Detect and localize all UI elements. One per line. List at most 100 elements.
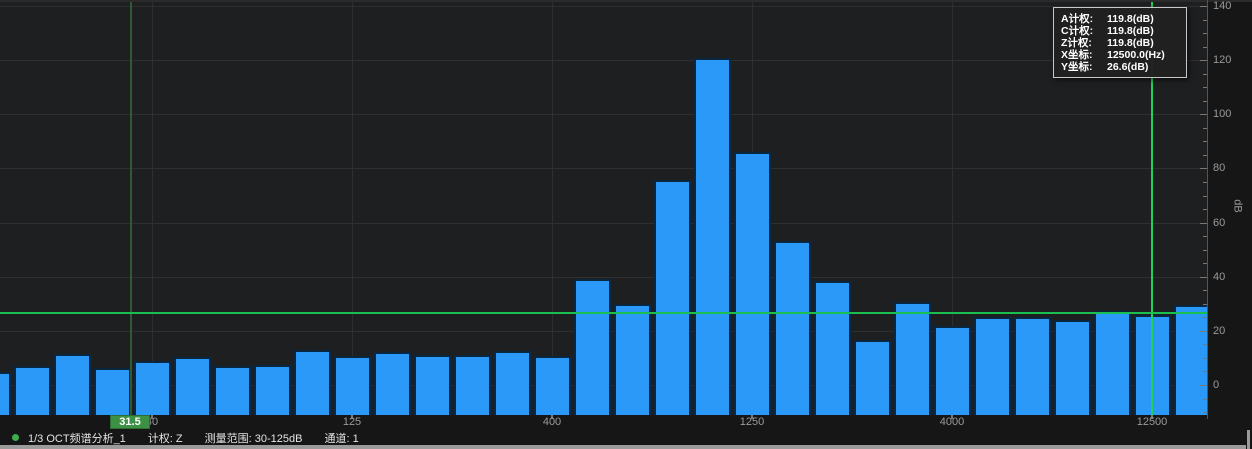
bar-50Hz[interactable] [174, 357, 211, 415]
y-minor-tick [1203, 155, 1207, 156]
tooltip-row-0: A计权: 119.8(dB) [1061, 13, 1179, 25]
x-axis-label-1250: 1250 [740, 416, 764, 428]
bar-125Hz[interactable] [334, 356, 371, 415]
bar-500Hz[interactable] [574, 279, 611, 415]
y-minor-tick [1203, 399, 1207, 400]
status-analysis-title: 1/3 OCT频谱分析_1 [28, 430, 126, 446]
tooltip-row-1: C计权: 119.8(dB) [1061, 25, 1179, 37]
bar-2000Hz[interactable] [814, 281, 851, 415]
status-weighting: 计权: Z [148, 430, 183, 446]
y-minor-tick [1203, 290, 1207, 291]
y-minor-tick [1203, 87, 1207, 88]
y-minor-tick [1203, 74, 1207, 75]
x-axis-label-12500: 12500 [1137, 416, 1168, 428]
y-minor-tick [1203, 209, 1207, 210]
bar-25Hz[interactable] [54, 354, 91, 415]
gridline-horizontal-80dB [0, 168, 1207, 169]
y-major-tick-80 [1200, 168, 1207, 169]
bar-1250Hz[interactable] [734, 152, 771, 415]
horizontal-scrollbar[interactable] [0, 445, 1246, 449]
y-minor-tick [1203, 47, 1207, 48]
status-measure-range: 测量范围: 30-125dB [205, 430, 303, 446]
marker-line-31.5Hz[interactable] [130, 2, 132, 415]
tooltip-label-0: A计权: [1061, 13, 1103, 25]
tooltip-row-4: Y坐标:26.6(dB) [1061, 61, 1179, 73]
y-major-tick-0 [1200, 385, 1207, 386]
y-major-tick-60 [1200, 223, 1207, 224]
bar-200Hz[interactable] [414, 355, 451, 415]
status-bar: 1/3 OCT频谱分析_1 计权: Z 测量范围: 30-125dB 通道: 1 [0, 430, 1252, 445]
gridline-horizontal-140dB [0, 6, 1207, 7]
y-minor-tick [1203, 196, 1207, 197]
bar-63Hz[interactable] [214, 366, 251, 415]
cursor-tooltip: A计权:119.8(dB)C计权:119.8(dB)Z计权:119.8(dB)X… [1053, 7, 1187, 78]
tooltip-label-4: Y坐标: [1061, 61, 1103, 73]
crosshair-horizontal[interactable] [0, 312, 1207, 314]
gridline-horizontal-40dB [0, 277, 1207, 278]
bar-2500Hz[interactable] [854, 340, 891, 415]
bar-10000Hz[interactable] [1094, 311, 1131, 415]
tooltip-row-3: X坐标: 12500.0(Hz) [1061, 49, 1179, 61]
bar-5000Hz[interactable] [974, 317, 1011, 415]
y-minor-tick [1203, 317, 1207, 318]
bar-20Hz[interactable] [14, 366, 51, 415]
y-major-tick-100 [1200, 114, 1207, 115]
y-minor-tick [1203, 182, 1207, 183]
bar-40Hz[interactable] [134, 361, 171, 415]
gridline-vertical-400Hz [552, 2, 553, 415]
x-axis-label-125: 125 [343, 416, 361, 428]
bar-400Hz[interactable] [534, 356, 571, 415]
gridline-horizontal-60dB [0, 223, 1207, 224]
bar-16Hz[interactable] [0, 372, 11, 415]
y-axis-label-140: 140 [1213, 0, 1231, 12]
bar-6300Hz[interactable] [1014, 317, 1051, 415]
gridline-horizontal-100dB [0, 114, 1207, 115]
y-minor-tick [1203, 263, 1207, 264]
y-axis-label-40: 40 [1213, 271, 1225, 283]
bar-800Hz[interactable] [654, 180, 691, 415]
bar-8000Hz[interactable] [1054, 320, 1091, 415]
bar-315Hz[interactable] [494, 351, 531, 415]
bar-1000Hz[interactable] [694, 58, 731, 415]
y-major-tick-40 [1200, 277, 1207, 278]
bar-3150Hz[interactable] [894, 302, 931, 415]
y-axis-label-100: 100 [1213, 108, 1231, 120]
x-axis-label-4000: 4000 [940, 416, 964, 428]
bar-250Hz[interactable] [454, 355, 491, 415]
y-minor-tick [1203, 128, 1207, 129]
y-axis-label-20: 20 [1213, 325, 1225, 337]
y-axis-label-0: 0 [1213, 379, 1219, 391]
bar-16000Hz[interactable] [1174, 305, 1208, 415]
tooltip-value-1: 119.8(dB) [1107, 25, 1154, 37]
bar-80Hz[interactable] [254, 365, 291, 415]
gridline-vertical-40Hz [152, 2, 153, 415]
y-minor-tick [1203, 344, 1207, 345]
tooltip-label-1: C计权: [1061, 25, 1103, 37]
bar-31.5Hz[interactable] [94, 368, 131, 415]
y-axis-line [1207, 0, 1208, 419]
scrollbar-corner[interactable] [1247, 430, 1250, 449]
y-axis-label-120: 120 [1213, 54, 1231, 66]
gridline-horizontal-120dB [0, 60, 1207, 61]
bar-630Hz[interactable] [614, 304, 651, 415]
y-major-tick-120 [1200, 60, 1207, 61]
tooltip-row-2: Z计权:119.8(dB) [1061, 37, 1179, 49]
bar-4000Hz[interactable] [934, 326, 971, 415]
bar-160Hz[interactable] [374, 352, 411, 415]
y-minor-tick [1203, 304, 1207, 305]
spectrum-analyzer-window: 020406080100120140 dB 401254001250400012… [0, 0, 1252, 449]
y-minor-tick [1203, 101, 1207, 102]
bar-1600Hz[interactable] [774, 241, 811, 415]
tooltip-label-3: X坐标: [1061, 49, 1103, 61]
spectrum-plot-area[interactable] [0, 2, 1207, 415]
y-minor-tick [1203, 141, 1207, 142]
x-axis-label-400: 400 [543, 416, 561, 428]
y-minor-tick [1203, 33, 1207, 34]
bar-100Hz[interactable] [294, 350, 331, 415]
y-major-tick-140 [1200, 6, 1207, 7]
y-minor-tick [1203, 20, 1207, 21]
tooltip-value-3: 12500.0(Hz) [1107, 49, 1165, 61]
y-axis-unit-label: dB [1232, 199, 1244, 212]
tooltip-value-0: 119.8(dB) [1107, 13, 1154, 25]
marker-frequency-badge[interactable]: 31.5 [110, 415, 150, 429]
